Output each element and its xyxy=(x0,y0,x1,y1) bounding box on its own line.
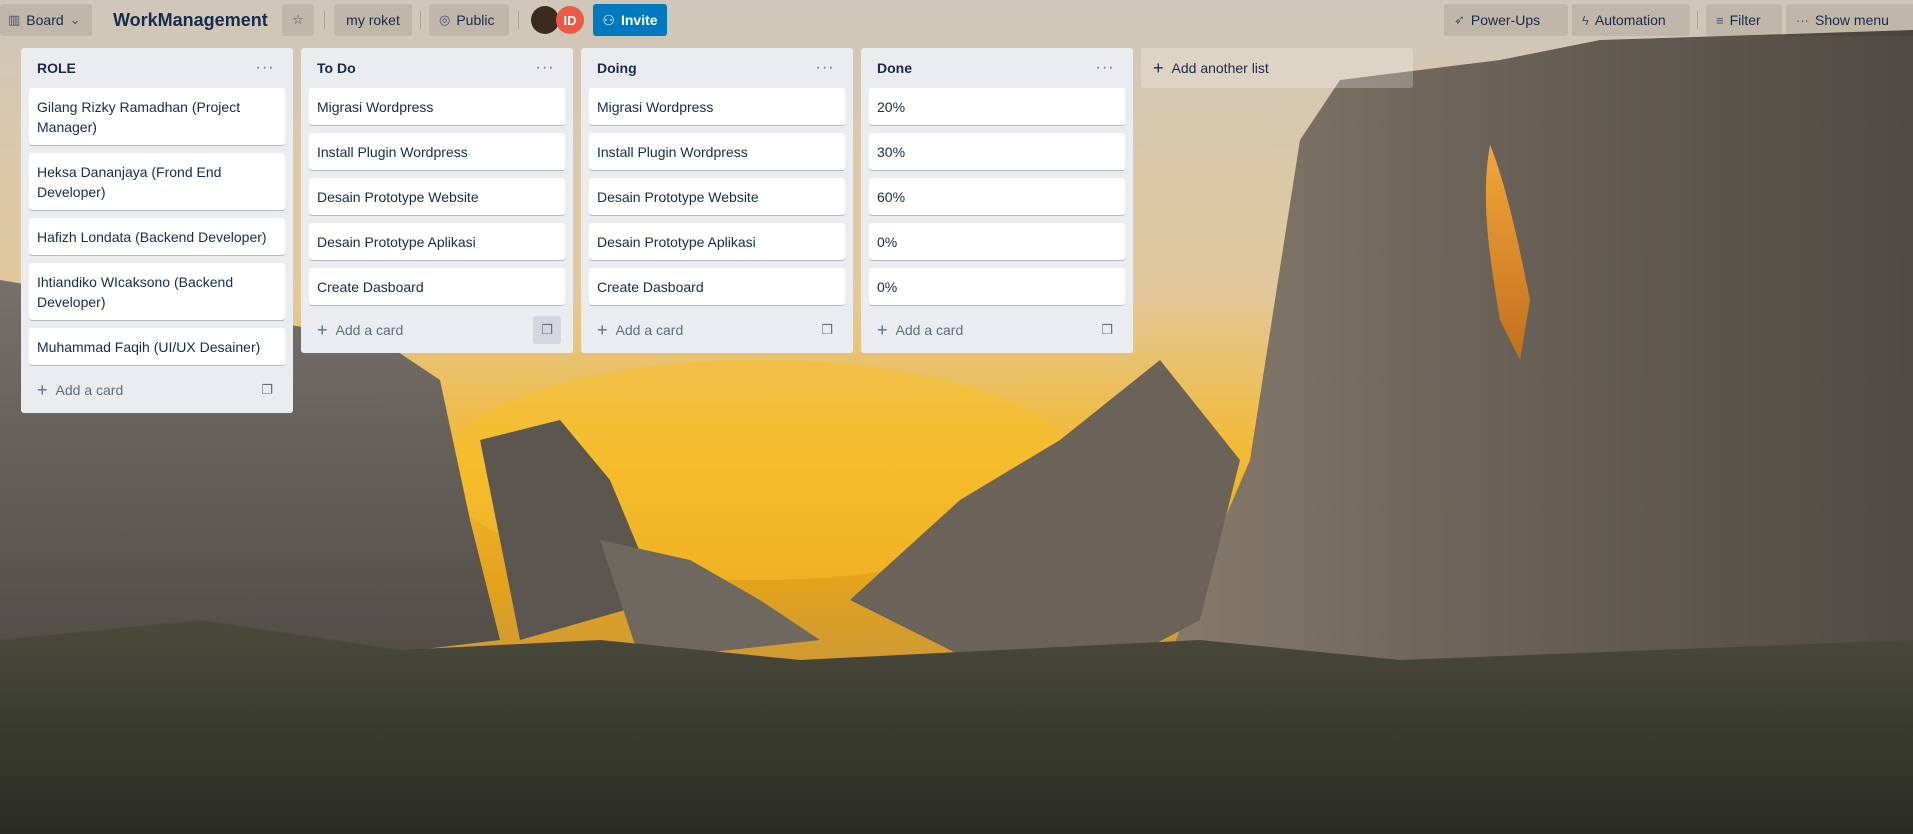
list-title[interactable]: Done xyxy=(877,60,912,76)
list-header: Doing ··· xyxy=(589,48,845,88)
add-card-label: Add a card xyxy=(615,322,684,338)
card[interactable]: Heksa Dananjaya (Frond End Developer) xyxy=(29,153,285,210)
card-template-icon[interactable]: ❐ xyxy=(813,316,841,344)
add-card-button[interactable]: + Add a card xyxy=(877,320,964,340)
workspace-button[interactable]: my roket xyxy=(334,4,412,36)
power-ups-button[interactable]: ➶ Power-Ups xyxy=(1444,4,1568,36)
list-to-do: To Do ··· Migrasi Wordpress Install Plug… xyxy=(301,48,573,353)
card[interactable]: Install Plugin Wordpress xyxy=(589,133,845,170)
more-icon: ··· xyxy=(1796,12,1809,28)
card[interactable]: Gilang Rizky Ramadhan (Project Manager) xyxy=(29,88,285,145)
more-icon[interactable]: ··· xyxy=(253,59,277,77)
add-card-button[interactable]: + Add a card xyxy=(37,380,124,400)
list-title[interactable]: Doing xyxy=(597,60,637,76)
power-ups-label: Power-Ups xyxy=(1470,12,1541,28)
card[interactable]: Migrasi Wordpress xyxy=(309,88,565,125)
card[interactable]: Ihtiandiko WIcaksono (Backend Developer) xyxy=(29,263,285,320)
avatar[interactable] xyxy=(531,6,559,34)
add-list-button[interactable]: + Add another list xyxy=(1141,48,1413,88)
add-card-label: Add a card xyxy=(55,382,124,398)
card[interactable]: Create Dasboard xyxy=(589,268,845,305)
plus-icon: + xyxy=(597,320,608,340)
more-icon[interactable]: ··· xyxy=(1093,59,1117,77)
header-divider xyxy=(1697,11,1698,29)
add-card-label: Add a card xyxy=(335,322,404,338)
card[interactable]: 0% xyxy=(869,223,1125,260)
visibility-label: Public xyxy=(456,12,495,28)
globe-icon: ◎ xyxy=(439,12,451,27)
show-menu-button[interactable]: ··· Show menu xyxy=(1786,4,1913,36)
card[interactable]: Desain Prototype Website xyxy=(309,178,565,215)
show-menu-label: Show menu xyxy=(1815,12,1889,28)
visibility-button[interactable]: ◎ Public xyxy=(429,4,509,36)
add-list-label: Add another list xyxy=(1171,60,1269,76)
filter-icon: ≡ xyxy=(1716,12,1724,28)
list-header: To Do ··· xyxy=(309,48,565,88)
add-card-label: Add a card xyxy=(895,322,964,338)
board-title[interactable]: WorkManagement xyxy=(109,6,272,34)
card[interactable]: Migrasi Wordpress xyxy=(589,88,845,125)
chevron-down-icon: ⌄ xyxy=(69,12,81,27)
card[interactable]: Desain Prototype Aplikasi xyxy=(589,223,845,260)
card[interactable]: Desain Prototype Website xyxy=(589,178,845,215)
card[interactable]: 60% xyxy=(869,178,1125,215)
board-header: ▥ Board ⌄ WorkManagement ☆ my roket ◎ Pu… xyxy=(0,0,1913,40)
card-template-icon[interactable]: ❐ xyxy=(253,376,281,404)
list-done: Done ··· 20% 30% 60% 0% 0% + Add a card … xyxy=(861,48,1133,353)
card[interactable]: 20% xyxy=(869,88,1125,125)
board-view-label: Board xyxy=(26,12,64,28)
card[interactable]: Desain Prototype Aplikasi xyxy=(309,223,565,260)
plus-icon: + xyxy=(317,320,328,340)
card[interactable]: Muhammad Faqih (UI/UX Desainer) xyxy=(29,328,285,365)
list-footer: + Add a card ❐ xyxy=(309,313,565,347)
workspace-label: my roket xyxy=(346,12,400,28)
card-template-icon[interactable]: ❐ xyxy=(533,316,561,344)
invite-button[interactable]: ⚇ Invite xyxy=(593,4,667,36)
list-title[interactable]: To Do xyxy=(317,60,356,76)
list-role: ROLE ··· Gilang Rizky Ramadhan (Project … xyxy=(21,48,293,413)
card[interactable]: 30% xyxy=(869,133,1125,170)
card[interactable]: 0% xyxy=(869,268,1125,305)
automation-label: Automation xyxy=(1594,12,1666,28)
avatar-initials[interactable]: ID xyxy=(556,6,584,34)
header-divider xyxy=(518,11,519,29)
list-footer: + Add a card ❐ xyxy=(869,313,1125,347)
list-header: ROLE ··· xyxy=(29,48,285,88)
more-icon[interactable]: ··· xyxy=(813,59,837,77)
filter-label: Filter xyxy=(1729,12,1761,28)
list-footer: + Add a card ❐ xyxy=(29,373,285,407)
header-divider xyxy=(420,11,421,29)
bolt-icon: ϟ xyxy=(1582,12,1589,28)
board-icon: ▥ xyxy=(8,12,21,27)
list-doing: Doing ··· Migrasi Wordpress Install Plug… xyxy=(581,48,853,353)
add-card-button[interactable]: + Add a card xyxy=(597,320,684,340)
rocket-icon: ➶ xyxy=(1454,12,1465,27)
plus-icon: + xyxy=(877,320,888,340)
list-title[interactable]: ROLE xyxy=(37,60,76,76)
header-divider xyxy=(324,11,325,29)
card-template-icon[interactable]: ❐ xyxy=(1093,316,1121,344)
card[interactable]: Install Plugin Wordpress xyxy=(309,133,565,170)
list-footer: + Add a card ❐ xyxy=(589,313,845,347)
card[interactable]: Hafizh Londata (Backend Developer) xyxy=(29,218,285,255)
list-header: Done ··· xyxy=(869,48,1125,88)
plus-icon: + xyxy=(37,380,48,400)
card[interactable]: Create Dasboard xyxy=(309,268,565,305)
star-icon: ☆ xyxy=(292,12,304,27)
filter-button[interactable]: ≡ Filter xyxy=(1706,4,1782,36)
star-button[interactable]: ☆ xyxy=(282,4,314,36)
add-member-icon: ⚇ xyxy=(602,11,615,28)
invite-label: Invite xyxy=(620,12,658,28)
more-icon[interactable]: ··· xyxy=(533,59,557,77)
automation-button[interactable]: ϟ Automation xyxy=(1572,4,1690,36)
board-view-switcher[interactable]: ▥ Board ⌄ xyxy=(0,4,92,36)
add-card-button[interactable]: + Add a card xyxy=(317,320,404,340)
plus-icon: + xyxy=(1153,58,1164,78)
